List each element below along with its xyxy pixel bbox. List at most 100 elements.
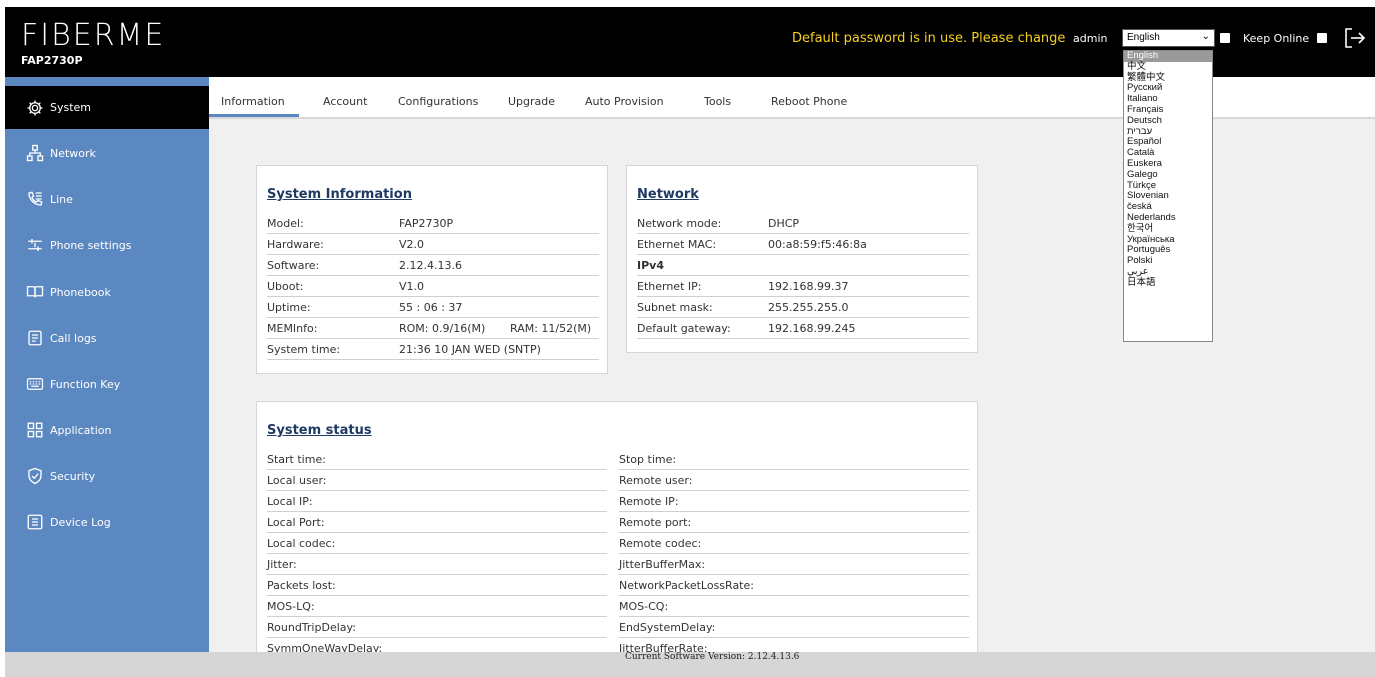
status-row: Remote IP: xyxy=(619,491,969,512)
row-label: System time: xyxy=(267,343,341,356)
network-panel: Network Network mode: DHCP Ethernet MAC:… xyxy=(626,165,978,353)
software-version-footer: Current Software Version: 2.12.4.13.6 xyxy=(625,652,800,662)
tab-upgrade[interactable]: Upgrade xyxy=(508,95,555,108)
row-label: JitterBufferMax: xyxy=(619,558,706,571)
status-row: Local user: xyxy=(267,470,607,491)
logout-icon[interactable] xyxy=(1343,26,1367,50)
status-row: EndSystemDelay: xyxy=(619,617,969,638)
sidebar-item-application[interactable]: Application xyxy=(5,407,209,453)
row-value: 55 : 06 : 37 xyxy=(399,301,463,314)
shield-icon xyxy=(28,467,42,485)
row-label: Local IP: xyxy=(267,495,313,508)
row-value: ROM: 0.9/16(M) xyxy=(399,322,486,335)
row-label: Uboot: xyxy=(267,280,304,293)
device-model: FAP2730P xyxy=(21,54,83,67)
row-label: Ethernet IP: xyxy=(637,280,702,293)
tab-account[interactable]: Account xyxy=(323,95,367,108)
keep-online-label: Keep Online xyxy=(1243,32,1310,45)
language-option[interactable]: Galego xyxy=(1124,169,1212,181)
sidebar-item-label: Security xyxy=(50,469,96,483)
status-row: Local Port: xyxy=(267,512,607,533)
logo: FIBERME FAP2730P xyxy=(21,21,165,68)
row-label: Model: xyxy=(267,217,304,230)
status-row: MOS-LQ: xyxy=(267,596,607,617)
status-row: Local codec: xyxy=(267,533,607,554)
panel-title: System Information xyxy=(267,187,412,202)
document-icon xyxy=(28,330,42,346)
status-row: JitterBufferMax: xyxy=(619,554,969,575)
default-password-warning[interactable]: Default password is in use. Please chang… xyxy=(792,31,1065,46)
footer: Current Software Version: 2.12.4.13.6 xyxy=(5,652,1375,677)
tab-reboot-phone[interactable]: Reboot Phone xyxy=(771,95,847,108)
row-value: 21:36 10 JAN WED (SNTP) xyxy=(399,343,541,356)
info-row: System time: 21:36 10 JAN WED (SNTP) xyxy=(267,339,599,360)
tab-tools[interactable]: Tools xyxy=(704,95,731,108)
system-information-panel: System Information Model: FAP2730P Hardw… xyxy=(256,165,608,374)
sliders-icon xyxy=(28,239,42,251)
grid-icon xyxy=(27,422,43,438)
row-label: Remote user: xyxy=(619,474,693,487)
row-label: Network mode: xyxy=(637,217,722,230)
sidebar-item-security[interactable]: Security xyxy=(5,453,209,499)
status-row: Remote port: xyxy=(619,512,969,533)
language-option[interactable]: 한국어 xyxy=(1124,223,1212,235)
sidebar-item-function-key[interactable]: Function Key xyxy=(5,361,209,407)
row-label: Uptime: xyxy=(267,301,311,314)
status-row: Packets lost: xyxy=(267,575,607,596)
status-row: Remote codec: xyxy=(619,533,969,554)
sidebar-item-system[interactable]: System xyxy=(5,83,209,129)
tab-auto-provision[interactable]: Auto Provision xyxy=(585,95,664,108)
phone-line-icon xyxy=(28,191,43,206)
row-label: Stop time: xyxy=(619,453,677,466)
sidebar-item-label: Device Log xyxy=(50,515,111,529)
language-option[interactable]: Deutsch xyxy=(1124,115,1212,127)
sidebar-item-phone-settings[interactable]: Phone settings xyxy=(5,222,209,268)
row-label: MOS-CQ: xyxy=(619,600,669,613)
system-status-panel: System status Start time: Stop time: Local… xyxy=(256,401,978,661)
row-value: FAP2730P xyxy=(399,217,454,230)
panel-title: System status xyxy=(267,423,372,438)
language-select[interactable]: English ⌄ xyxy=(1122,29,1215,47)
sidebar-item-phonebook[interactable]: Phonebook xyxy=(5,269,209,315)
row-value: RAM: 11/52(M) xyxy=(510,322,592,335)
info-row: Uboot: V1.0 xyxy=(267,276,599,297)
row-label: MOS-LQ: xyxy=(267,600,315,613)
sidebar-item-line[interactable]: Line xyxy=(5,176,209,222)
row-label: Remote codec: xyxy=(619,537,702,550)
row-label: Subnet mask: xyxy=(637,301,713,314)
panel-title: Network xyxy=(637,187,699,202)
sidebar-item-label: Call logs xyxy=(50,331,97,345)
chevron-down-icon: ⌄ xyxy=(1201,31,1210,42)
sidebar-item-label: System xyxy=(50,101,92,114)
sidebar-item-call-logs[interactable]: Call logs xyxy=(5,315,209,361)
info-row: MEMInfo: ROM: 0.9/16(M) RAM: 11/52(M) xyxy=(267,318,599,339)
language-option[interactable]: 日本語 xyxy=(1124,277,1212,289)
row-value: 192.168.99.245 xyxy=(768,322,856,335)
tab-information[interactable]: Information xyxy=(221,95,285,108)
keep-online-checkbox[interactable] xyxy=(1317,33,1327,43)
row-label: Ethernet MAC: xyxy=(637,238,717,251)
row-label: NetworkPacketLossRate: xyxy=(619,579,754,592)
row-label: EndSystemDelay: xyxy=(619,621,716,634)
info-row: IPv4 xyxy=(637,255,969,276)
tab-configurations[interactable]: Configurations xyxy=(398,95,478,108)
network-icon xyxy=(26,144,44,162)
row-value: 00:a8:59:f5:46:8a xyxy=(768,238,867,251)
row-value: DHCP xyxy=(768,217,800,230)
language-dropdown-list[interactable]: English 中文 繁體中文 Русский Italiano Français Deut… xyxy=(1123,50,1213,342)
sidebar-item-network[interactable]: Network xyxy=(5,130,209,176)
sidebar-item-label: Function Key xyxy=(50,377,121,391)
info-row: Default gateway: 192.168.99.245 xyxy=(637,318,969,339)
status-row: NetworkPacketLossRate: xyxy=(619,575,969,596)
sidebar-item-device-log[interactable]: Device Log xyxy=(5,499,209,545)
language-option[interactable]: 中文 xyxy=(1124,61,1212,73)
row-label: Remote port: xyxy=(619,516,692,529)
sidebar-item-label: Phonebook xyxy=(50,285,111,299)
row-label: Remote IP: xyxy=(619,495,679,508)
info-row: Hardware: V2.0 xyxy=(267,234,599,255)
keyboard-icon xyxy=(26,378,44,390)
sidebar-item-label: Network xyxy=(50,146,96,160)
row-label: Packets lost: xyxy=(267,579,336,592)
row-value: V2.0 xyxy=(399,238,425,251)
language-checkbox[interactable] xyxy=(1220,33,1230,43)
